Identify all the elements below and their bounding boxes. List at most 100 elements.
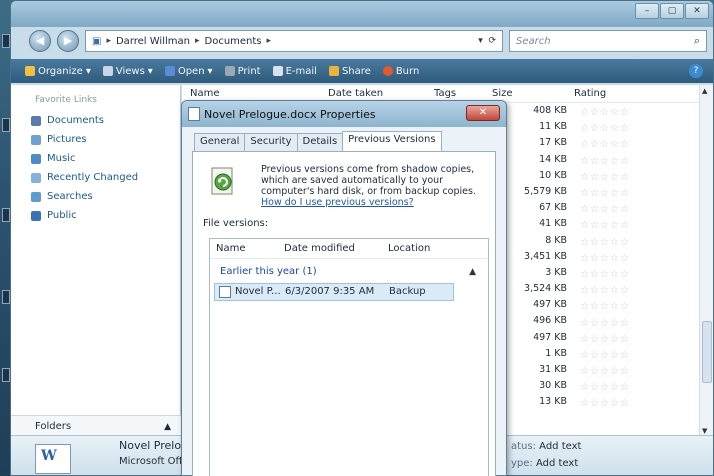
rating-stars[interactable]: ☆ ☆ ☆ ☆ ☆ — [580, 202, 629, 218]
column-rating[interactable]: Rating — [574, 88, 606, 99]
help-icon[interactable]: ? — [689, 64, 703, 78]
star-icon[interactable]: ☆ — [620, 286, 629, 296]
star-icon[interactable]: ☆ — [600, 156, 609, 167]
star-icon[interactable]: ☆ — [590, 334, 599, 345]
star-icon[interactable]: ☆ — [590, 189, 599, 199]
rating-stars[interactable]: ☆ ☆ ☆ ☆ ☆ — [580, 186, 629, 202]
star-icon[interactable]: ☆ — [580, 237, 589, 248]
star-icon[interactable]: ☆ — [600, 205, 609, 215]
desktop-icon[interactable] — [2, 368, 10, 382]
star-icon[interactable]: ☆ — [610, 237, 619, 248]
star-icon[interactable]: ☆ — [600, 253, 609, 264]
star-icon[interactable]: ☆ — [590, 140, 599, 150]
star-icon[interactable]: ☆ — [600, 318, 609, 329]
star-icon[interactable]: ☆ — [620, 399, 629, 409]
email-button[interactable]: E-mail — [272, 66, 317, 77]
rating-stars[interactable]: ☆ ☆ ☆ ☆ ☆ — [580, 235, 629, 251]
star-icon[interactable]: ☆ — [590, 253, 599, 264]
star-icon[interactable]: ☆ — [620, 189, 629, 199]
rating-stars[interactable]: ☆ ☆ ☆ ☆ ☆ — [580, 332, 629, 348]
star-icon[interactable]: ☆ — [610, 334, 619, 345]
desktop-icon[interactable] — [2, 208, 10, 222]
star-icon[interactable]: ☆ — [610, 269, 619, 280]
star-icon[interactable]: ☆ — [620, 253, 629, 264]
star-icon[interactable]: ☆ — [620, 108, 629, 118]
help-link[interactable]: How do I use previous versions? — [261, 197, 414, 208]
star-icon[interactable]: ☆ — [610, 156, 619, 167]
star-icon[interactable]: ☆ — [620, 334, 629, 345]
star-icon[interactable]: ☆ — [620, 124, 629, 134]
minimize-button[interactable]: – — [635, 3, 659, 19]
version-group-header[interactable]: Earlier this year (1) ▲ — [210, 263, 488, 281]
close-button[interactable]: ✕ — [685, 3, 709, 19]
scroll-up-icon[interactable]: ▲ — [702, 87, 707, 95]
star-icon[interactable]: ☆ — [610, 253, 619, 264]
star-icon[interactable]: ☆ — [610, 399, 619, 409]
star-icon[interactable]: ☆ — [610, 189, 619, 199]
star-icon[interactable]: ☆ — [590, 221, 599, 231]
rating-stars[interactable]: ☆ ☆ ☆ ☆ ☆ — [580, 218, 629, 234]
star-icon[interactable]: ☆ — [620, 269, 629, 280]
star-icon[interactable]: ☆ — [600, 269, 609, 280]
star-icon[interactable]: ☆ — [610, 367, 619, 377]
tab-security[interactable]: Security — [244, 133, 298, 151]
organize-button[interactable]: Organize ▾ — [25, 66, 91, 77]
star-icon[interactable]: ☆ — [590, 156, 599, 167]
star-icon[interactable]: ☆ — [590, 205, 599, 215]
star-icon[interactable]: ☆ — [580, 367, 589, 377]
column-name[interactable]: Name — [216, 243, 246, 254]
version-row[interactable]: Novel P... 6/3/2007 9:35 AM Backup — [214, 283, 454, 301]
star-icon[interactable]: ☆ — [600, 383, 609, 393]
star-icon[interactable]: ☆ — [610, 318, 619, 329]
star-icon[interactable]: ☆ — [590, 302, 599, 312]
star-icon[interactable]: ☆ — [580, 318, 589, 329]
nav-item-pictures[interactable]: Pictures — [11, 130, 180, 149]
star-icon[interactable]: ☆ — [600, 367, 609, 377]
details-status-value[interactable]: Add text — [539, 441, 581, 452]
star-icon[interactable]: ☆ — [590, 350, 599, 361]
rating-stars[interactable]: ☆ ☆ ☆ ☆ ☆ — [580, 137, 629, 153]
star-icon[interactable]: ☆ — [580, 172, 589, 183]
star-icon[interactable]: ☆ — [600, 350, 609, 361]
star-icon[interactable]: ☆ — [580, 189, 589, 199]
star-icon[interactable]: ☆ — [590, 108, 599, 118]
star-icon[interactable]: ☆ — [620, 237, 629, 248]
print-button[interactable]: Print — [224, 66, 261, 77]
star-icon[interactable]: ☆ — [620, 221, 629, 231]
star-icon[interactable]: ☆ — [620, 156, 629, 167]
star-icon[interactable]: ☆ — [600, 399, 609, 409]
nav-item-documents[interactable]: Documents — [11, 111, 180, 130]
chevron-up-icon[interactable]: ▲ — [469, 263, 476, 281]
star-icon[interactable]: ☆ — [580, 286, 589, 296]
rating-stars[interactable]: ☆ ☆ ☆ ☆ ☆ — [580, 299, 629, 315]
address-bar[interactable]: ▣ ▸ Darrel Willman ▸ Documents ▸ ▾ ⟳ — [85, 30, 503, 52]
search-input[interactable]: Search ⌕ — [509, 30, 707, 52]
search-icon[interactable]: ⌕ — [694, 34, 700, 48]
star-icon[interactable]: ☆ — [620, 302, 629, 312]
rating-stars[interactable]: ☆ ☆ ☆ ☆ ☆ — [580, 154, 629, 170]
star-icon[interactable]: ☆ — [610, 383, 619, 393]
star-icon[interactable]: ☆ — [590, 124, 599, 134]
star-icon[interactable]: ☆ — [600, 189, 609, 199]
rating-stars[interactable]: ☆ ☆ ☆ ☆ ☆ — [580, 267, 629, 283]
rating-stars[interactable]: ☆ ☆ ☆ ☆ ☆ — [580, 348, 629, 364]
breadcrumb-separator[interactable]: ▸ — [267, 36, 272, 46]
desktop-icon[interactable] — [2, 118, 10, 132]
tab-details[interactable]: Details — [296, 133, 344, 151]
scroll-thumb[interactable] — [702, 321, 712, 383]
star-icon[interactable]: ☆ — [610, 286, 619, 296]
column-date-taken[interactable]: Date taken — [328, 88, 383, 99]
dialog-close-button[interactable]: ✕ — [466, 105, 500, 121]
rating-stars[interactable]: ☆ ☆ ☆ ☆ ☆ — [580, 315, 629, 331]
star-icon[interactable]: ☆ — [600, 140, 609, 150]
star-icon[interactable]: ☆ — [600, 334, 609, 345]
rating-stars[interactable]: ☆ ☆ ☆ ☆ ☆ — [580, 251, 629, 267]
star-icon[interactable]: ☆ — [620, 172, 629, 183]
star-icon[interactable]: ☆ — [590, 237, 599, 248]
star-icon[interactable]: ☆ — [580, 221, 589, 231]
star-icon[interactable]: ☆ — [580, 399, 589, 409]
address-dropdown-icon[interactable]: ▾ ⟳ — [478, 36, 496, 46]
star-icon[interactable]: ☆ — [590, 318, 599, 329]
star-icon[interactable]: ☆ — [620, 318, 629, 329]
details-type-value[interactable]: Add text — [536, 458, 578, 469]
